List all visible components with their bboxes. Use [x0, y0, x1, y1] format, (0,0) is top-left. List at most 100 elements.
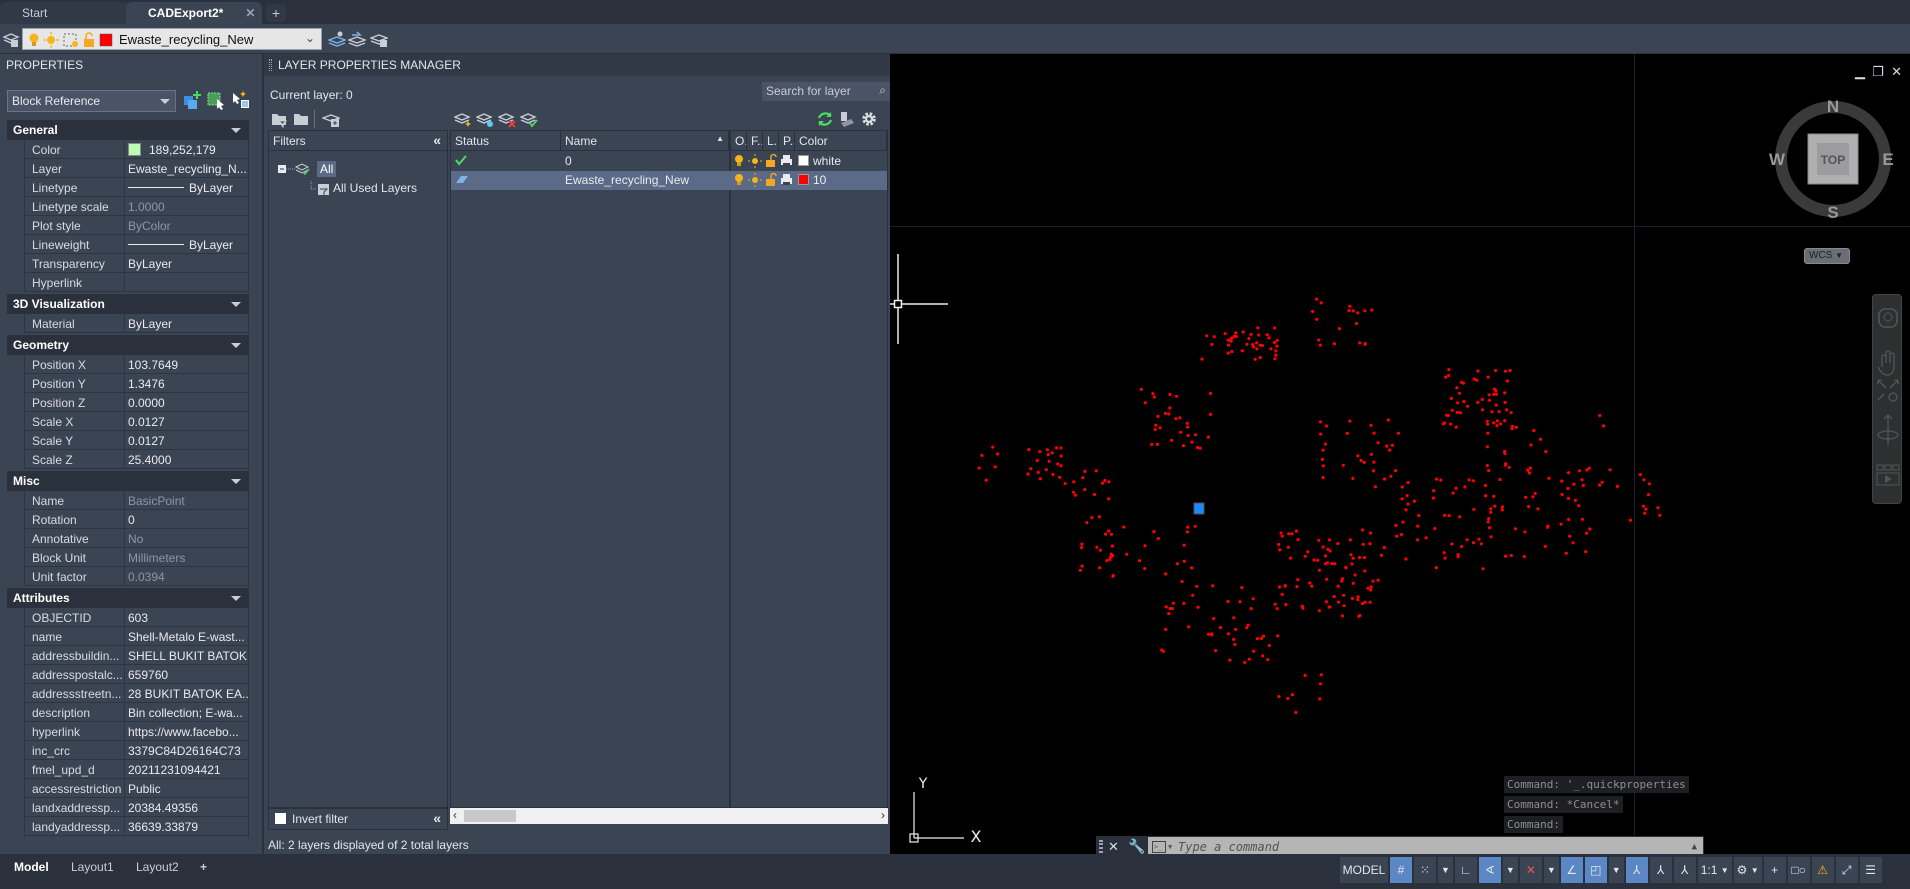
drawing-point[interactable] — [1388, 448, 1392, 452]
layer-color-swatch[interactable] — [798, 174, 809, 185]
property-value[interactable]: 3379C84D26164C73 — [125, 741, 248, 759]
drawing-point[interactable] — [1363, 342, 1367, 346]
drawing-point[interactable] — [1247, 337, 1251, 341]
drawing-point[interactable] — [1458, 515, 1462, 519]
drawing-point[interactable] — [1638, 473, 1642, 477]
drawing-point[interactable] — [1094, 469, 1098, 473]
property-row[interactable]: Scale Y 0.0127 — [24, 431, 249, 450]
drawing-point[interactable] — [1167, 612, 1171, 616]
drawing-point[interactable] — [1598, 483, 1602, 487]
drawing-point[interactable] — [1056, 462, 1060, 466]
drawing-point[interactable] — [1323, 554, 1328, 558]
drawing-point[interactable] — [1122, 525, 1126, 529]
ortho-toggle[interactable]: ∟ — [1454, 857, 1477, 883]
drawing-point[interactable] — [1321, 448, 1325, 452]
collapse-section-icon[interactable] — [231, 479, 241, 484]
drawing-point[interactable] — [1454, 486, 1458, 490]
drawing-point[interactable] — [1498, 477, 1502, 482]
drawing-point[interactable] — [1279, 531, 1283, 535]
drawing-point[interactable] — [1155, 442, 1159, 446]
drawing-point[interactable] — [1277, 542, 1281, 547]
drawing-point[interactable] — [1370, 308, 1374, 312]
drawing-point[interactable] — [1417, 513, 1421, 518]
property-value[interactable]: 603 — [125, 608, 248, 626]
drawing-point[interactable] — [1280, 592, 1284, 597]
drawing-point[interactable] — [1073, 493, 1077, 497]
drawing-point[interactable] — [1325, 561, 1329, 565]
drawing-point[interactable] — [1083, 469, 1087, 473]
section-header[interactable]: Misc — [7, 471, 249, 491]
drawing-point[interactable] — [1462, 399, 1466, 404]
drawing-point[interactable] — [1301, 606, 1305, 610]
layer-color-name[interactable]: white — [813, 154, 841, 168]
snap-dropdown[interactable]: ▼ — [1438, 857, 1453, 883]
drawing-point[interactable] — [1054, 446, 1059, 450]
drawing-point[interactable] — [1439, 478, 1443, 482]
drawing-point[interactable] — [1332, 595, 1336, 599]
drawing-point[interactable] — [1489, 535, 1493, 539]
polar-toggle[interactable]: ∢ — [1478, 857, 1501, 883]
drawing-point[interactable] — [1372, 431, 1376, 435]
drawing-point[interactable] — [1362, 460, 1366, 464]
drawing-point[interactable] — [1295, 585, 1299, 589]
recent-commands-icon[interactable]: >_ — [1152, 841, 1166, 853]
steering-wheel-icon[interactable] — [1878, 308, 1898, 328]
drawing-point[interactable] — [1209, 391, 1213, 396]
drawing-point[interactable] — [1647, 482, 1651, 486]
drawing-point[interactable] — [1226, 351, 1230, 355]
drawing-point[interactable] — [1577, 469, 1581, 473]
drawing-point[interactable] — [1257, 333, 1261, 337]
drawing-point[interactable] — [1323, 442, 1327, 446]
drawing-point[interactable] — [1319, 432, 1323, 436]
drawing-point[interactable] — [1275, 607, 1279, 611]
column-name[interactable]: Name ▲ — [561, 131, 729, 151]
drawing-point[interactable] — [1503, 391, 1507, 395]
drawing-point[interactable] — [1546, 524, 1550, 528]
drawing-point[interactable] — [1348, 538, 1352, 542]
drawing-point[interactable] — [1369, 585, 1373, 589]
layer-unlock-icon[interactable] — [765, 173, 777, 187]
drawing-point[interactable] — [1480, 397, 1484, 401]
property-row[interactable]: Position Y 1.3476 — [24, 374, 249, 393]
drawing-point[interactable] — [1283, 584, 1287, 588]
drawing-point[interactable] — [1527, 471, 1531, 475]
layer-search-input[interactable]: Search for layer ⌕ — [762, 82, 890, 101]
drawing-point[interactable] — [1361, 542, 1365, 546]
layer-manager-titlebar[interactable]: LAYER PROPERTIES MANAGER — [264, 54, 892, 76]
drawing-point[interactable] — [1383, 477, 1387, 481]
drawing-point[interactable] — [1492, 392, 1496, 396]
property-value[interactable]: ByLayer — [125, 235, 248, 253]
drag-grip-icon[interactable] — [269, 59, 272, 71]
drawing-point[interactable] — [1206, 435, 1210, 439]
drawing-point[interactable] — [1315, 297, 1319, 301]
drawing-point[interactable] — [1153, 427, 1157, 432]
drawing-point[interactable] — [1523, 530, 1527, 534]
drawing-point[interactable] — [1317, 609, 1321, 613]
drawing-point[interactable] — [1456, 555, 1460, 559]
drawing-point[interactable] — [1170, 438, 1174, 442]
column-color[interactable]: Color — [795, 131, 887, 151]
drawing-point[interactable] — [1368, 600, 1372, 604]
drawing-point[interactable] — [1152, 530, 1156, 534]
layer-row[interactable]: 0 white — [451, 152, 887, 171]
drawing-point[interactable] — [1251, 597, 1255, 601]
annotation-monitor-button[interactable]: + — [1763, 857, 1786, 883]
drawing-point[interactable] — [1050, 451, 1054, 455]
drawing-point[interactable] — [1185, 530, 1189, 534]
drawing-point[interactable] — [1083, 488, 1087, 492]
property-row[interactable]: Plot style ByColor — [24, 216, 249, 235]
drawing-point[interactable] — [1467, 478, 1471, 482]
drawing-point[interactable] — [1211, 584, 1215, 588]
model-space-button[interactable]: MODEL — [1340, 857, 1388, 883]
drawing-viewport[interactable]: ▁ ❐ ✕ TOP N S E W WCS ▼ Y X Command: '_.… — [890, 54, 1910, 854]
drawing-point[interactable] — [1349, 553, 1353, 557]
drawing-point[interactable] — [1081, 476, 1085, 480]
drawing-point[interactable] — [1258, 356, 1262, 360]
drawing-point[interactable] — [1229, 336, 1233, 340]
make-current-layer-icon[interactable] — [328, 30, 346, 48]
drawing-point[interactable] — [1051, 472, 1055, 477]
drawing-point[interactable] — [1505, 379, 1509, 383]
drawing-point[interactable] — [1260, 343, 1264, 348]
drawing-point[interactable] — [1164, 605, 1168, 609]
drawing-point[interactable] — [1227, 343, 1231, 347]
